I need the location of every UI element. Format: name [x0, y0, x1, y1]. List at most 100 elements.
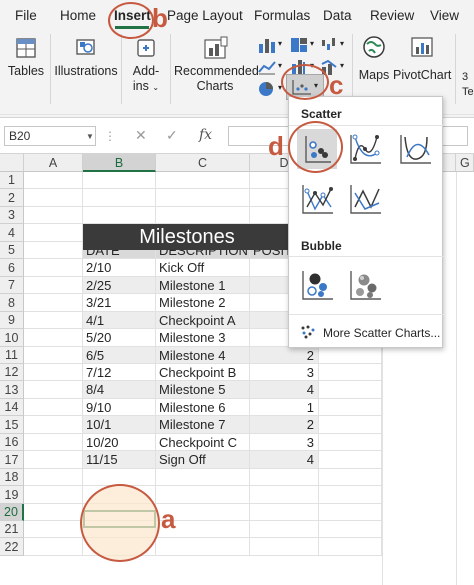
row-header-3[interactable]: 3: [0, 207, 24, 224]
description-cell[interactable]: Milestone 6: [156, 399, 250, 416]
cell[interactable]: [24, 312, 83, 329]
cell[interactable]: [24, 469, 83, 486]
row-header-12[interactable]: 12: [0, 364, 24, 381]
row-header-16[interactable]: 16: [0, 434, 24, 451]
row-header-21[interactable]: 21: [0, 521, 24, 538]
description-cell[interactable]: Milestone 5: [156, 381, 250, 399]
tab-review[interactable]: Review: [370, 8, 414, 23]
date-cell[interactable]: 10/20: [83, 434, 156, 451]
cell[interactable]: [83, 172, 156, 189]
date-cell[interactable]: 2/25: [83, 277, 156, 294]
name-box-dropdown-icon[interactable]: ▼: [86, 132, 94, 141]
scatter-smooth-lines-option[interactable]: [395, 129, 435, 169]
tab-data[interactable]: Data: [323, 8, 352, 23]
illustrations-button[interactable]: Illustrations: [54, 34, 118, 79]
row-header-19[interactable]: 19: [0, 486, 24, 504]
cell[interactable]: [24, 189, 83, 207]
cell[interactable]: [250, 504, 319, 521]
name-box[interactable]: B20: [4, 126, 96, 146]
cell[interactable]: [319, 451, 382, 469]
description-cell[interactable]: Milestone 3: [156, 329, 250, 347]
cell[interactable]: [156, 189, 250, 207]
cell[interactable]: [24, 329, 83, 347]
row-header-10[interactable]: 10: [0, 329, 24, 347]
cell[interactable]: [156, 469, 250, 486]
date-cell[interactable]: 8/4: [83, 381, 156, 399]
cell[interactable]: [24, 504, 83, 521]
cell[interactable]: [24, 399, 83, 416]
addins-button[interactable]: Add- ins ⌄: [125, 34, 167, 95]
date-cell[interactable]: 11/15: [83, 451, 156, 469]
cell[interactable]: [250, 538, 319, 556]
row-header-15[interactable]: 15: [0, 416, 24, 434]
scatter-straight-lines-option[interactable]: [345, 179, 385, 219]
cell[interactable]: [24, 207, 83, 224]
cell[interactable]: [319, 486, 382, 504]
date-cell[interactable]: 5/20: [83, 329, 156, 347]
column-header-b[interactable]: B: [83, 154, 156, 172]
cell[interactable]: [319, 364, 382, 381]
row-header-22[interactable]: 22: [0, 538, 24, 556]
row-header-11[interactable]: 11: [0, 347, 24, 364]
row-header-2[interactable]: 2: [0, 189, 24, 207]
date-cell[interactable]: 3/21: [83, 294, 156, 312]
cancel-icon[interactable]: ✕: [135, 127, 147, 144]
cell[interactable]: [156, 207, 250, 224]
description-cell[interactable]: Milestone 1: [156, 277, 250, 294]
tables-button[interactable]: Tables: [4, 34, 48, 79]
cell[interactable]: [83, 207, 156, 224]
pie-chart-icon[interactable]: [257, 80, 277, 98]
cell[interactable]: [24, 486, 83, 504]
cell[interactable]: [24, 242, 83, 259]
waterfall-chart-icon[interactable]: [320, 36, 340, 54]
description-cell[interactable]: Checkpoint A: [156, 312, 250, 329]
cell[interactable]: [24, 172, 83, 189]
cell[interactable]: [24, 224, 83, 242]
enter-icon[interactable]: ✓: [166, 127, 178, 144]
cell[interactable]: [24, 434, 83, 451]
cell[interactable]: [156, 486, 250, 504]
description-cell[interactable]: Milestone 7: [156, 416, 250, 434]
hierarchy-chart-icon[interactable]: [289, 36, 309, 54]
tab-view[interactable]: View: [430, 8, 459, 23]
position-cell[interactable]: 3: [250, 434, 319, 451]
row-header-5[interactable]: 5: [0, 242, 24, 259]
date-cell[interactable]: 10/1: [83, 416, 156, 434]
cell[interactable]: [24, 521, 83, 538]
date-cell[interactable]: 6/5: [83, 347, 156, 364]
cell[interactable]: [24, 364, 83, 381]
cell[interactable]: [24, 347, 83, 364]
date-cell[interactable]: 9/10: [83, 399, 156, 416]
bubble-3d-option[interactable]: [345, 265, 385, 305]
cell[interactable]: [24, 538, 83, 556]
cell[interactable]: [319, 434, 382, 451]
cell[interactable]: [319, 399, 382, 416]
line-chart-icon[interactable]: [257, 58, 277, 76]
date-cell[interactable]: 2/10: [83, 259, 156, 277]
tab-formulas[interactable]: Formulas: [254, 8, 310, 23]
cell[interactable]: [24, 277, 83, 294]
description-cell[interactable]: Milestone 2: [156, 294, 250, 312]
row-header-20[interactable]: 20: [0, 504, 24, 521]
row-header-9[interactable]: 9: [0, 312, 24, 329]
row-header-17[interactable]: 17: [0, 451, 24, 469]
cell[interactable]: [156, 538, 250, 556]
position-cell[interactable]: 2: [250, 416, 319, 434]
column-chart-icon[interactable]: [257, 36, 277, 54]
maps-button[interactable]: Maps: [356, 34, 392, 83]
cell[interactable]: [24, 381, 83, 399]
pivotchart-button[interactable]: PivotChart: [393, 34, 451, 83]
row-header-6[interactable]: 6: [0, 259, 24, 277]
position-cell[interactable]: 2: [250, 347, 319, 364]
column-header-c[interactable]: C: [156, 154, 250, 172]
cell[interactable]: [24, 294, 83, 312]
insert-function-icon[interactable]: fx: [199, 127, 212, 143]
cell[interactable]: [24, 451, 83, 469]
cell[interactable]: [24, 259, 83, 277]
row-header-8[interactable]: 8: [0, 294, 24, 312]
position-cell[interactable]: 4: [250, 381, 319, 399]
row-header-4[interactable]: 4: [0, 224, 24, 242]
recommended-charts-button[interactable]: Recommended Charts: [174, 34, 259, 94]
date-cell[interactable]: 7/12: [83, 364, 156, 381]
date-cell[interactable]: 4/1: [83, 312, 156, 329]
